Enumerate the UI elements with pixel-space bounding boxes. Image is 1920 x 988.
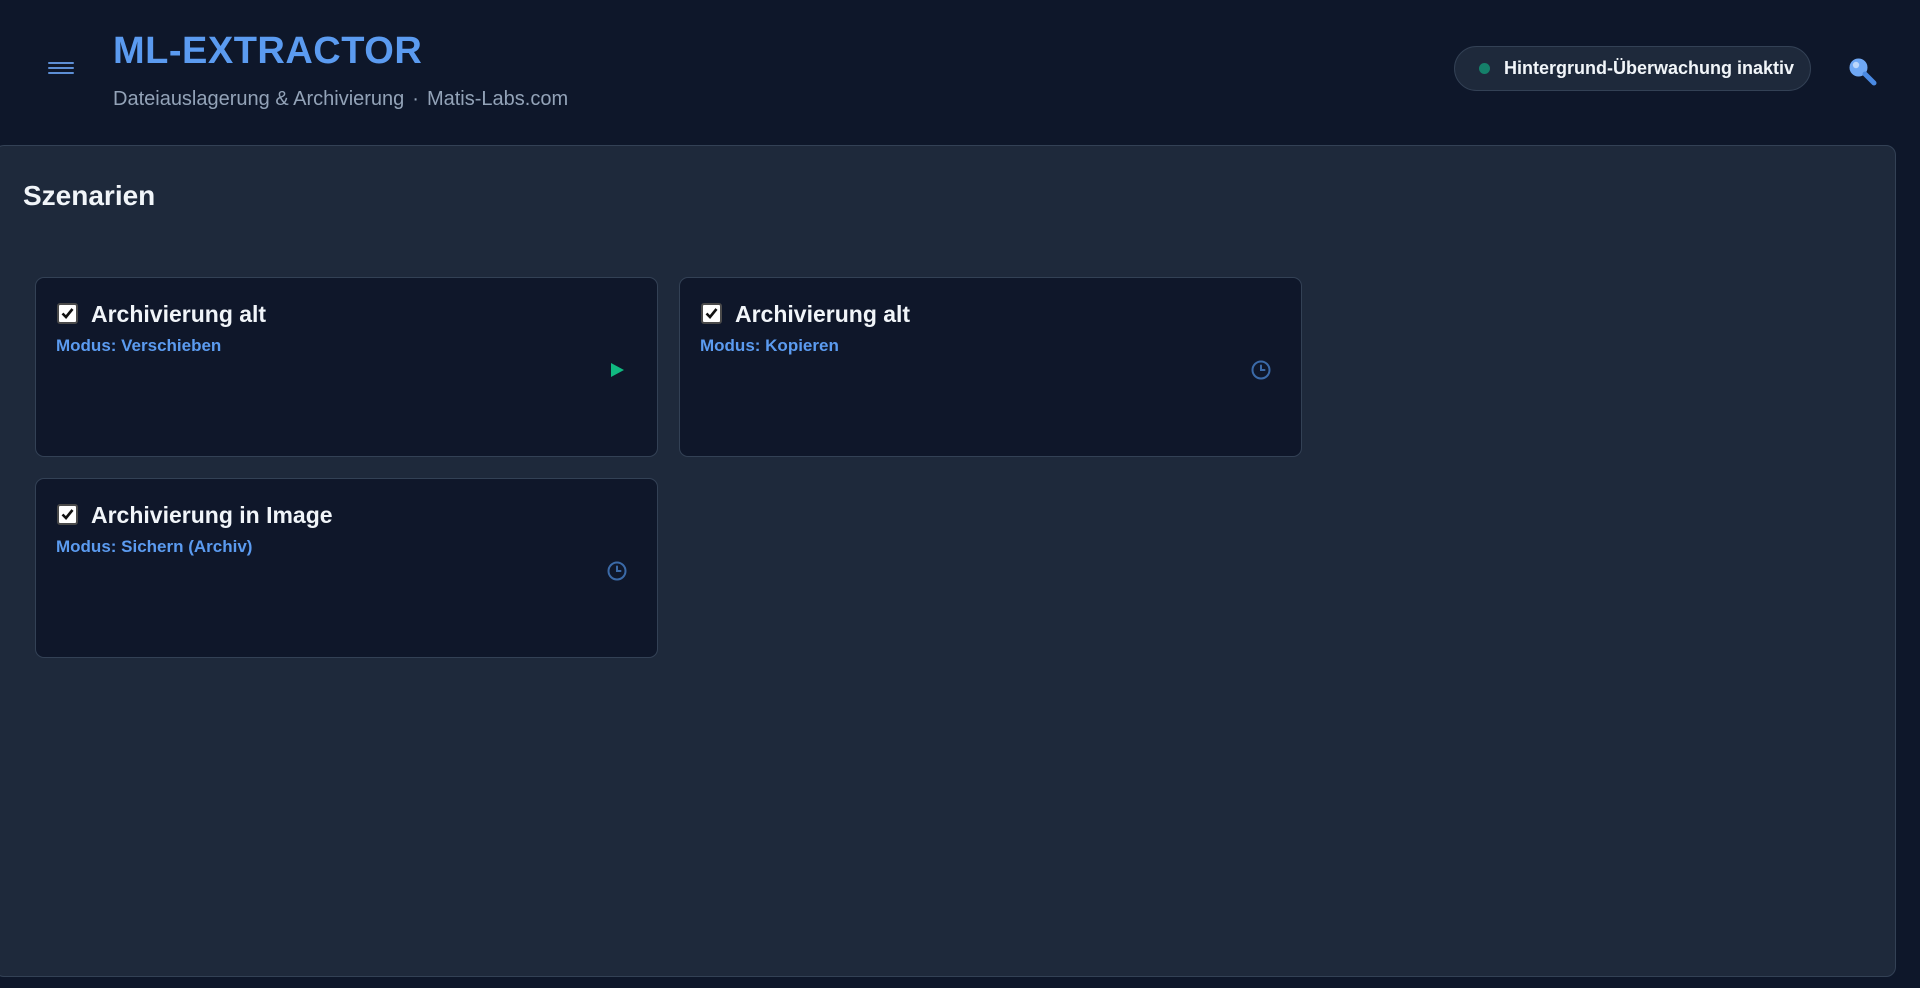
clock-icon[interactable] <box>605 559 629 583</box>
scenario-checkbox[interactable] <box>701 303 722 324</box>
scenario-card[interactable]: Archivierung alt Modus: Verschieben <box>35 277 658 457</box>
app-header: ML-EXTRACTOR Dateiauslagerung & Archivie… <box>0 0 1920 142</box>
scenario-mode: Modus: Verschieben <box>56 336 222 355</box>
scenarios-panel: Szenarien Archivierung alt Modus: Versch… <box>0 145 1896 977</box>
search-icon[interactable] <box>1846 55 1878 87</box>
monitoring-status-badge[interactable]: Hintergrund-Überwachung inaktiv <box>1454 46 1811 91</box>
subtitle-description: Dateiauslagerung & Archivierung <box>113 88 405 110</box>
scenario-title: Archivierung alt <box>91 301 267 327</box>
scenario-title: Archivierung alt <box>735 301 911 327</box>
scenario-checkbox[interactable] <box>57 504 78 525</box>
scenario-mode: Modus: Sichern (Archiv) <box>56 537 253 556</box>
status-dot-icon <box>1479 63 1490 74</box>
scenario-card[interactable]: Archivierung alt Modus: Kopieren <box>679 277 1302 457</box>
scenario-mode: Modus: Kopieren <box>700 336 839 355</box>
hamburger-menu-icon[interactable] <box>44 56 78 78</box>
play-icon[interactable] <box>605 358 629 382</box>
scenario-title: Archivierung in Image <box>91 502 333 528</box>
app-subtitle: Dateiauslagerung & Archivierung · Matis-La… <box>113 88 568 111</box>
clock-icon[interactable] <box>1249 358 1273 382</box>
section-title: Szenarien <box>23 180 156 211</box>
monitoring-status-text: Hintergrund-Überwachung inaktiv <box>1504 58 1795 78</box>
app-title: ML-EXTRACTOR <box>113 30 423 72</box>
subtitle-website: Matis-Labs.com <box>426 88 569 110</box>
scenario-checkbox[interactable] <box>57 303 78 324</box>
subtitle-separator: · <box>412 88 419 110</box>
scenario-card[interactable]: Archivierung in Image Modus: Sichern (Ar… <box>35 478 658 658</box>
